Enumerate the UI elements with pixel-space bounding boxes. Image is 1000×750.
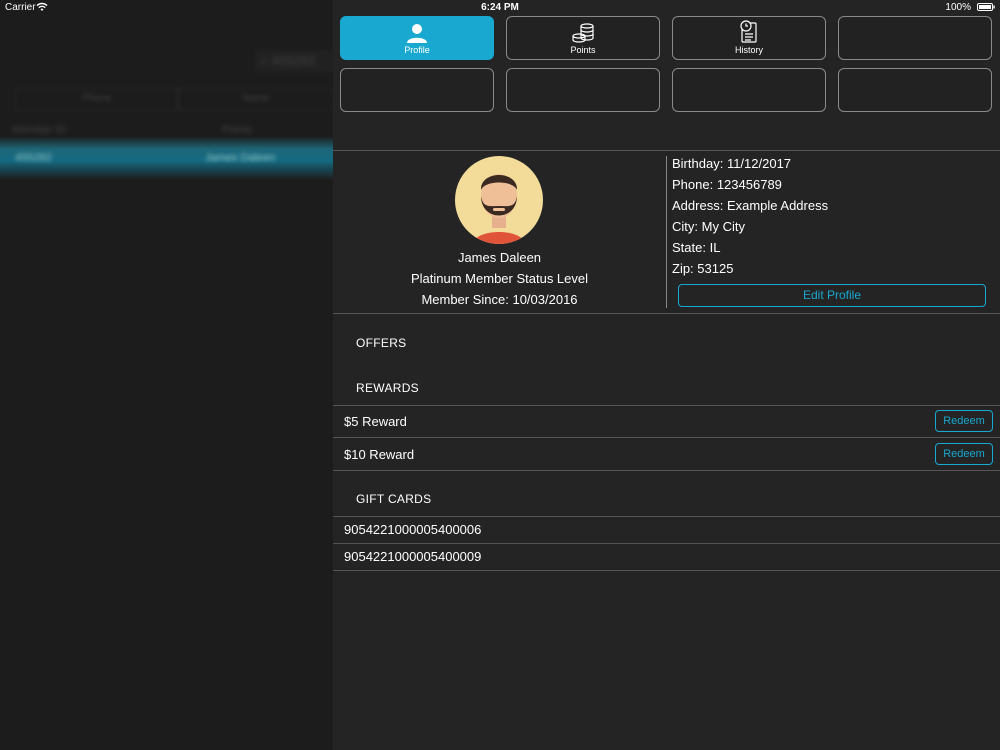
edit-profile-button[interactable]: Edit Profile	[678, 284, 986, 307]
tab-empty-5[interactable]	[838, 68, 992, 112]
tab-points-label: Points	[570, 45, 596, 55]
gift-cards-title: GIFT CARDS	[356, 492, 432, 506]
state-label: State:	[672, 240, 706, 255]
birthday-line: Birthday: 11/12/2017	[672, 156, 791, 171]
member-name: James Daleen	[457, 250, 542, 265]
tab-empty-2[interactable]	[340, 68, 494, 112]
battery-icon	[977, 3, 995, 11]
phone-line: Phone: 123456789	[672, 177, 782, 192]
member-status-level: Platinum Member Status Level	[410, 271, 589, 286]
city-label: City:	[672, 219, 698, 234]
reward-label: $5 Reward	[344, 414, 407, 429]
gift-card-number[interactable]: 9054221000005400009	[344, 549, 481, 564]
divider	[333, 405, 1000, 406]
background-col-phone: Phone	[15, 88, 179, 110]
profile-divider	[666, 156, 667, 308]
rewards-title: REWARDS	[356, 381, 419, 395]
search-icon: ⌕	[261, 53, 272, 68]
city-line: City: My City	[672, 219, 745, 234]
coins-icon	[572, 23, 594, 43]
tab-history[interactable]: History	[672, 16, 826, 60]
divider	[333, 470, 1000, 471]
blurred-list-content: ⌕ 455282 Phone Name Member ID Points	[0, 0, 333, 750]
divider	[333, 543, 1000, 544]
redeem-button[interactable]: Redeem	[935, 410, 993, 432]
state-line: State: IL	[672, 240, 720, 255]
reward-label: $10 Reward	[344, 447, 415, 462]
divider	[333, 516, 1000, 517]
tab-empty-1[interactable]	[838, 16, 992, 60]
tab-profile-label: Profile	[404, 45, 430, 55]
divider	[333, 437, 1000, 438]
tab-empty-3[interactable]	[506, 68, 660, 112]
history-icon	[740, 20, 757, 43]
person-icon	[407, 24, 427, 43]
address-line: Address: Example Address	[672, 198, 828, 213]
birthday-value: 11/12/2017	[726, 156, 792, 171]
city-value: My City	[701, 219, 745, 234]
tab-history-label: History	[734, 45, 763, 55]
tab-empty-4[interactable]	[672, 68, 826, 112]
phone-value: 123456789	[716, 177, 782, 192]
zip-line: Zip: 53125	[672, 261, 733, 276]
battery-percent: 100%	[945, 2, 971, 13]
offers-title: OFFERS	[356, 336, 407, 350]
clock: 6:24 PM	[481, 2, 519, 13]
birthday-label: Birthday:	[672, 156, 724, 171]
background-selected-row: 455282 James Daleen	[0, 136, 333, 180]
address-label: Address:	[672, 198, 724, 213]
phone-label: Phone:	[672, 177, 714, 192]
tab-points[interactable]: Points	[506, 16, 660, 60]
background-member-list: ⌕ 455282 Phone Name Member ID Points 455…	[0, 0, 333, 750]
gift-card-number[interactable]: 9054221000005400006	[344, 522, 481, 537]
status-bar: Carrier 6:24 PM 100%	[0, 0, 1000, 15]
background-search-chip: ⌕ 455282	[255, 50, 333, 72]
address-value: Example Address	[726, 198, 829, 213]
zip-value: 53125	[697, 261, 734, 276]
divider	[333, 313, 1000, 314]
state-value: IL	[709, 240, 721, 255]
zip-label: Zip:	[672, 261, 694, 276]
member-since: Member Since: 10/03/2016	[421, 292, 578, 307]
tab-profile[interactable]: Profile	[340, 16, 494, 60]
redeem-button[interactable]: Redeem	[935, 443, 993, 465]
divider	[333, 150, 1000, 151]
member-detail-panel: Profile Points History James Daleen Plat…	[333, 0, 1000, 750]
background-col-name: Name	[177, 88, 333, 110]
divider	[333, 570, 1000, 571]
avatar	[455, 156, 543, 244]
